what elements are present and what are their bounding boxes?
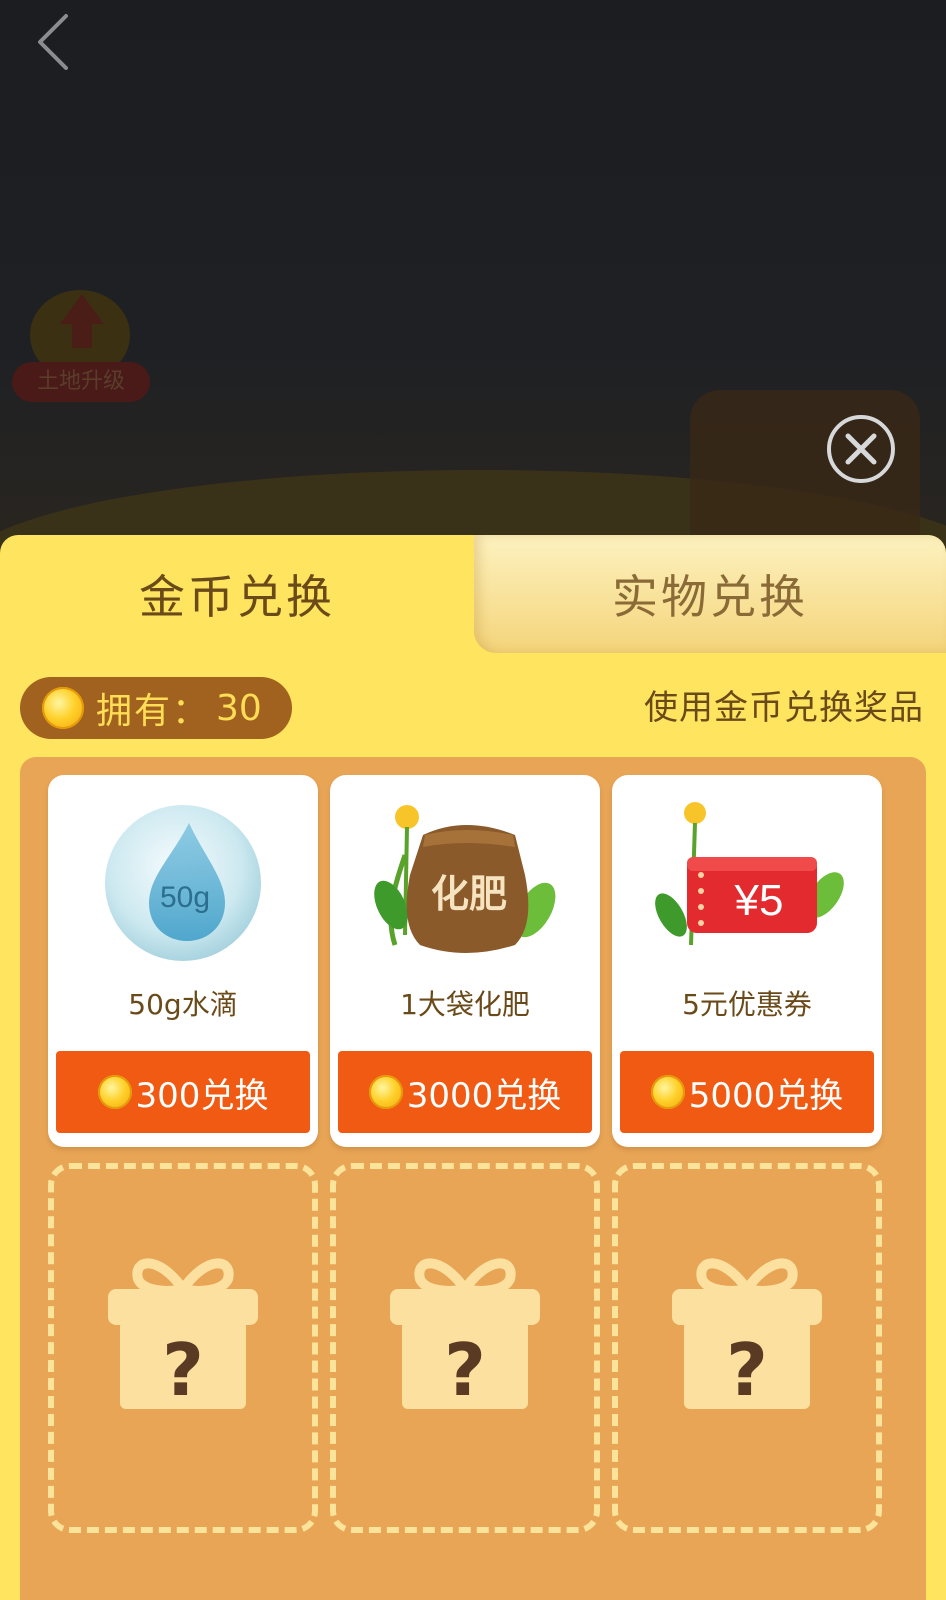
coin-balance: 拥有： 30 — [20, 677, 292, 739]
exchange-hint: 使用金币兑换奖品 — [644, 688, 924, 728]
coin-icon — [97, 1075, 132, 1109]
mystery-slot: ? — [48, 1163, 318, 1533]
exchange-price: 300兑换 — [135, 1075, 269, 1116]
back-button[interactable] — [30, 12, 80, 72]
mystery-gift-icon: ? — [672, 1258, 822, 1409]
water-drop-icon: 50g — [105, 805, 261, 961]
exchange-price: 3000兑换 — [406, 1075, 562, 1116]
tab-physical-exchange[interactable]: 实物兑换 — [474, 535, 946, 653]
balance-label: 拥有： — [96, 691, 211, 732]
chevron-left-icon — [38, 14, 68, 70]
land-upgrade-button: 土地升级 — [12, 290, 150, 410]
balance-value: 30 — [216, 687, 262, 729]
reward-card-coupon: ¥5 5元优惠券 5000兑换 — [612, 775, 882, 1147]
mystery-slot: ? — [612, 1163, 882, 1533]
question-mark: ? — [726, 1328, 768, 1409]
reward-name: 5元优惠券 — [682, 988, 812, 1021]
exchange-price: 5000兑换 — [688, 1075, 844, 1116]
coin-icon — [368, 1075, 403, 1109]
question-mark: ? — [444, 1328, 486, 1409]
fertilizer-label: 化肥 — [431, 872, 507, 916]
background-scene: 土地升级 — [0, 0, 946, 560]
reward-name: 1大袋化肥 — [400, 988, 530, 1021]
reward-grid: 50g 50g水滴 300兑换 化肥 1大袋化肥 3000兑换 ¥5 5元优惠券… — [20, 757, 926, 1600]
reward-name: 50g水滴 — [128, 988, 238, 1021]
water-amount-label: 50g — [160, 881, 210, 914]
land-upgrade-label: 土地升级 — [12, 362, 150, 402]
question-mark: ? — [162, 1328, 204, 1409]
coin-icon — [650, 1075, 685, 1109]
fertilizer-bag-icon: 化肥 — [374, 805, 556, 953]
tab-coin-exchange[interactable]: 金币兑换 — [0, 535, 474, 653]
mystery-slot: ? — [330, 1163, 600, 1533]
exchange-water-button[interactable]: 300兑换 — [56, 1051, 310, 1133]
coupon-value-label: ¥5 — [734, 876, 784, 925]
coupon-icon: ¥5 — [655, 802, 844, 946]
arrow-up-icon — [60, 294, 104, 324]
exchange-coupon-button[interactable]: 5000兑换 — [620, 1051, 874, 1133]
reward-card-fertilizer: 化肥 1大袋化肥 3000兑换 — [330, 775, 600, 1147]
mystery-gift-icon: ? — [108, 1258, 258, 1409]
close-icon — [827, 415, 895, 483]
reward-card-water: 50g 50g水滴 300兑换 — [48, 775, 318, 1147]
close-button[interactable] — [826, 414, 896, 484]
coin-icon — [42, 687, 84, 729]
mystery-gift-icon: ? — [390, 1258, 540, 1409]
exchange-fertilizer-button[interactable]: 3000兑换 — [338, 1051, 592, 1133]
exchange-panel: 金币兑换 实物兑换 拥有： 30 使用金币兑换奖品 50g 50g水滴 300兑… — [0, 535, 946, 1600]
